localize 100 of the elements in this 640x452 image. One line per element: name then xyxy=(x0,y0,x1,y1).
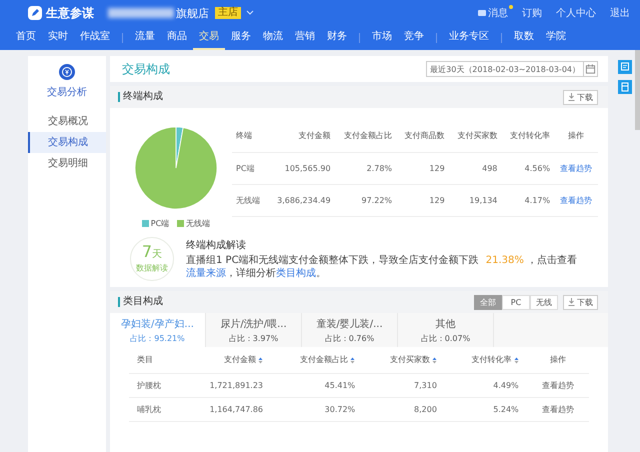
nav-tab[interactable]: 服务 xyxy=(225,26,257,50)
date-range-text: 最近30天（2018-02-03~2018-03-04） xyxy=(429,64,581,74)
column-header: 终端 xyxy=(232,120,268,152)
table-cell: 45.41% xyxy=(271,373,364,397)
download-icon xyxy=(568,298,575,306)
insight-title: 终端构成解读 xyxy=(186,238,247,252)
filter-button[interactable]: 全部 xyxy=(474,294,502,310)
column-header: 操作 xyxy=(554,120,598,152)
header-link[interactable]: 消息 xyxy=(478,6,508,20)
column-header: 类目 xyxy=(137,355,153,364)
currency-icon xyxy=(59,64,75,80)
message-icon xyxy=(478,10,486,16)
table-cell: 129 xyxy=(396,152,449,184)
nav-tab[interactable]: 首页 xyxy=(10,26,42,50)
table-cell: 30.72% xyxy=(271,397,364,421)
trend-link[interactable]: 查看趋势 xyxy=(554,184,598,216)
nav-tab[interactable]: 学院 xyxy=(540,26,572,50)
section-title: 类目构成 xyxy=(118,297,163,307)
nav-tab[interactable]: 营销 xyxy=(289,26,321,50)
nav-tab[interactable]: 市场 xyxy=(366,26,398,50)
download-icon xyxy=(568,93,575,101)
download-button[interactable]: 下载 xyxy=(563,90,598,104)
store-badge: 主店 xyxy=(215,7,241,19)
sidebar-item[interactable]: 交易概况 xyxy=(28,111,106,132)
logo-text: 生意参谋 xyxy=(46,4,94,22)
trend-link[interactable]: 查看趋势 xyxy=(526,373,589,397)
table-cell: 5.24% xyxy=(444,397,527,421)
table-cell: 1,721,891.23 xyxy=(180,373,272,397)
table-cell: 1,164,747.86 xyxy=(180,397,272,421)
filter-button[interactable]: PC xyxy=(502,294,530,310)
logo-icon xyxy=(28,6,42,20)
column-header: 支付金额占比 xyxy=(334,120,396,152)
date-range-picker[interactable]: 最近30天（2018-02-03~2018-03-04） xyxy=(426,61,598,77)
sort-icon xyxy=(350,356,356,364)
day-unit: 天 xyxy=(152,248,162,260)
nav-tab[interactable]: 物流 xyxy=(257,26,289,50)
table-cell: 97.22% xyxy=(334,184,396,216)
chat-icon xyxy=(618,60,632,74)
table-cell: 19,134 xyxy=(448,184,502,216)
insight-link[interactable]: 类目构成 xyxy=(276,268,316,279)
nav-tab[interactable]: 流量 xyxy=(129,26,161,50)
header-link[interactable]: 订购 xyxy=(522,6,542,20)
column-header: 支付转化率 xyxy=(501,120,554,152)
sort-icon xyxy=(514,356,519,364)
table-cell: 4.56% xyxy=(501,152,554,184)
table-cell: 哺乳枕 xyxy=(129,397,181,421)
legend-swatch xyxy=(142,220,149,227)
sort-icon xyxy=(432,356,437,364)
sidebar-title: 交易分析 xyxy=(47,86,87,99)
column-header: 支付金额 xyxy=(267,120,335,152)
badge-label: 数据解读 xyxy=(136,262,168,274)
nav-tab[interactable]: 业务专区 xyxy=(443,26,495,50)
nav-tab[interactable]: 交易 xyxy=(193,26,225,50)
table-cell: 3,686,234.49 xyxy=(267,184,335,216)
table-cell: 129 xyxy=(396,184,449,216)
header-link[interactable]: 退出 xyxy=(610,6,630,20)
column-header: 支付买家数 xyxy=(448,120,502,152)
insight-text: 直播组1 PC端和无线端支付金额整体下跌，导致全店支付金额下跌 21.38% ，点击查看 流量来源，详细分析类目构成。 xyxy=(186,254,578,280)
trend-link[interactable]: 查看趋势 xyxy=(526,397,589,421)
table-cell: 7,310 xyxy=(363,373,445,397)
nav-tab[interactable]: 竞争 xyxy=(398,26,430,50)
store-name: 旗舰店 xyxy=(176,6,209,20)
legend-swatch xyxy=(177,220,184,227)
section-title: 终端构成 xyxy=(118,92,163,102)
column-header: 支付金额 xyxy=(224,355,256,364)
table-cell: 8,200 xyxy=(363,397,445,421)
sidebar-item[interactable]: 交易构成 xyxy=(28,132,106,153)
sort-icon xyxy=(258,356,264,364)
column-header: 操作 xyxy=(550,355,566,364)
table-cell: 无线端 xyxy=(232,184,268,216)
nav-tab[interactable]: 取数 xyxy=(508,26,540,50)
column-header: 支付买家数 xyxy=(390,355,430,364)
legend-label: 无线端 xyxy=(186,218,210,229)
sidebar-item[interactable]: 交易明细 xyxy=(28,153,106,174)
nav-tab[interactable]: 商品 xyxy=(161,26,193,50)
table-cell: PC端 xyxy=(232,152,268,184)
scrollbar-thumb[interactable] xyxy=(635,50,640,130)
document-icon xyxy=(618,80,632,94)
nav-tab[interactable]: 财务 xyxy=(321,26,353,50)
column-header: 支付商品数 xyxy=(396,120,449,152)
blurred-store-name xyxy=(108,8,174,18)
category-tab[interactable]: 孕妇装/孕产妇... 占比：95.21% xyxy=(110,313,206,347)
nav-tab[interactable]: 实时 xyxy=(42,26,74,50)
page-title: 交易构成 xyxy=(122,60,170,78)
table-cell: 105,565.90 xyxy=(267,152,335,184)
header-link[interactable]: 个人中心 xyxy=(556,6,596,20)
filter-button[interactable]: 无线 xyxy=(530,294,558,310)
download-button[interactable]: 下载 xyxy=(563,294,598,310)
table-cell: 2.78% xyxy=(334,152,396,184)
column-header: 支付转化率 xyxy=(472,355,512,364)
legend-label: PC端 xyxy=(150,218,170,229)
caret-icon xyxy=(246,10,254,16)
table-cell: 4.17% xyxy=(501,184,554,216)
table-cell: 护腰枕 xyxy=(129,373,181,397)
column-header: 支付金额占比 xyxy=(300,355,348,364)
insight-link[interactable]: 流量来源 xyxy=(186,268,226,279)
table-cell: 4.49% xyxy=(444,373,527,397)
trend-link[interactable]: 查看趋势 xyxy=(554,152,598,184)
nav-tab[interactable]: 作战室 xyxy=(74,26,116,50)
day-count: 7 xyxy=(142,244,152,260)
